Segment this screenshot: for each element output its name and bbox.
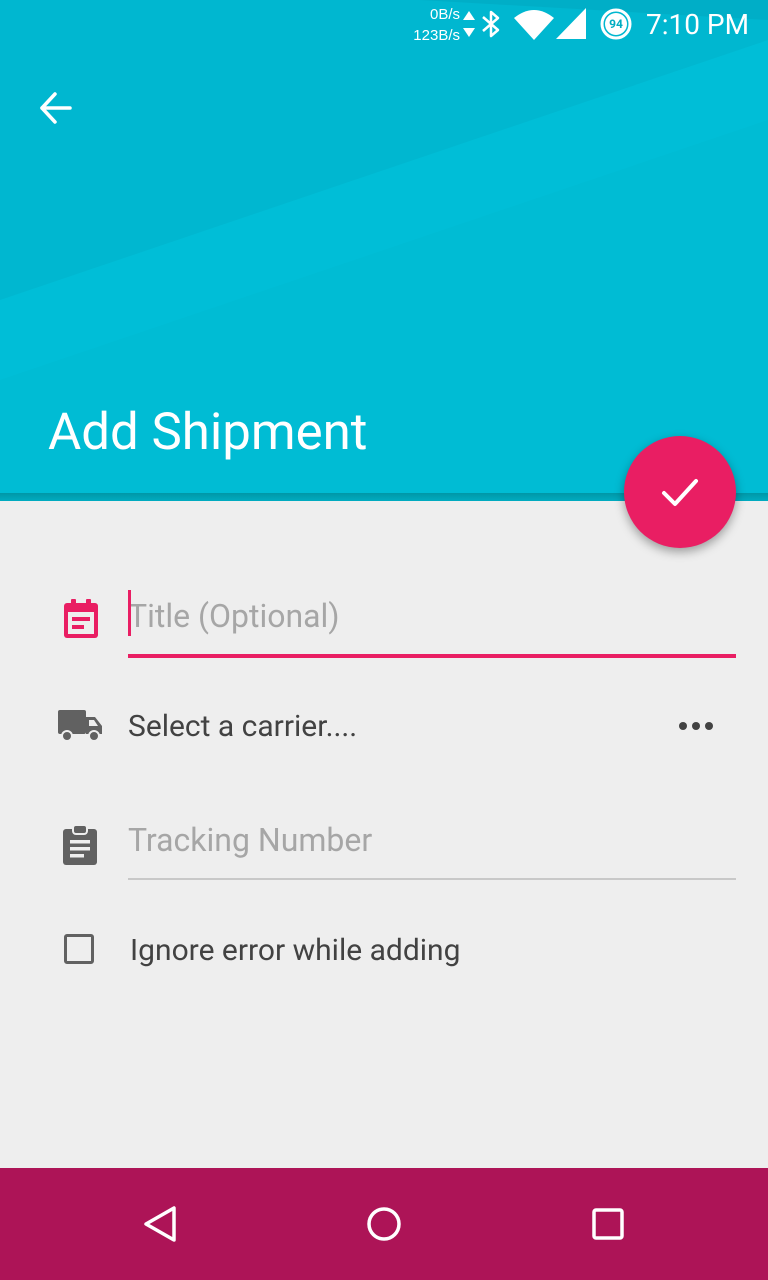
tracking-input-underline [128, 878, 736, 880]
text-cursor [128, 590, 131, 636]
confirm-fab[interactable] [624, 436, 736, 548]
tracking-number-input[interactable] [128, 812, 736, 868]
carrier-selector[interactable]: Select a carrier.... [128, 705, 357, 749]
net-up-speed: 123B/s [413, 27, 460, 44]
network-speed: 0B/s 123B/s [398, 4, 460, 46]
data-transfer-icon [463, 11, 475, 37]
ignore-error-checkbox[interactable] [64, 934, 94, 964]
status-bar: 0B/s 123B/s 94 7:10 PM [0, 0, 768, 50]
title-input-underline [128, 654, 736, 658]
more-button[interactable] [668, 700, 724, 752]
nav-back-button[interactable] [128, 1192, 192, 1256]
circle-home-icon [367, 1207, 401, 1241]
wifi-icon [514, 10, 554, 40]
cell-signal-icon [556, 8, 586, 39]
back-button[interactable] [24, 80, 88, 136]
bluetooth-icon [482, 10, 500, 38]
triangle-back-icon [144, 1206, 176, 1242]
title-input[interactable] [128, 588, 736, 644]
ignore-error-label[interactable]: Ignore error while adding [130, 929, 460, 973]
nav-home-button[interactable] [352, 1192, 416, 1256]
clock: 7:10 PM [646, 8, 750, 41]
check-icon [662, 479, 698, 506]
square-recents-icon [592, 1208, 624, 1240]
battery-level: 94 [609, 17, 623, 31]
truck-icon [58, 710, 102, 742]
arrow-left-icon [40, 92, 72, 124]
app-header: 0B/s 123B/s 94 7:10 PM Add Shipment [0, 0, 768, 500]
nav-recents-button[interactable] [576, 1192, 640, 1256]
navigation-bar [0, 1168, 768, 1280]
clipboard-icon [63, 824, 97, 865]
more-horizontal-icon [679, 722, 713, 730]
net-down-speed: 0B/s [429, 6, 460, 23]
battery-icon: 94 [600, 8, 632, 40]
calendar-icon [64, 599, 98, 638]
page-title: Add Shipment [48, 403, 368, 462]
